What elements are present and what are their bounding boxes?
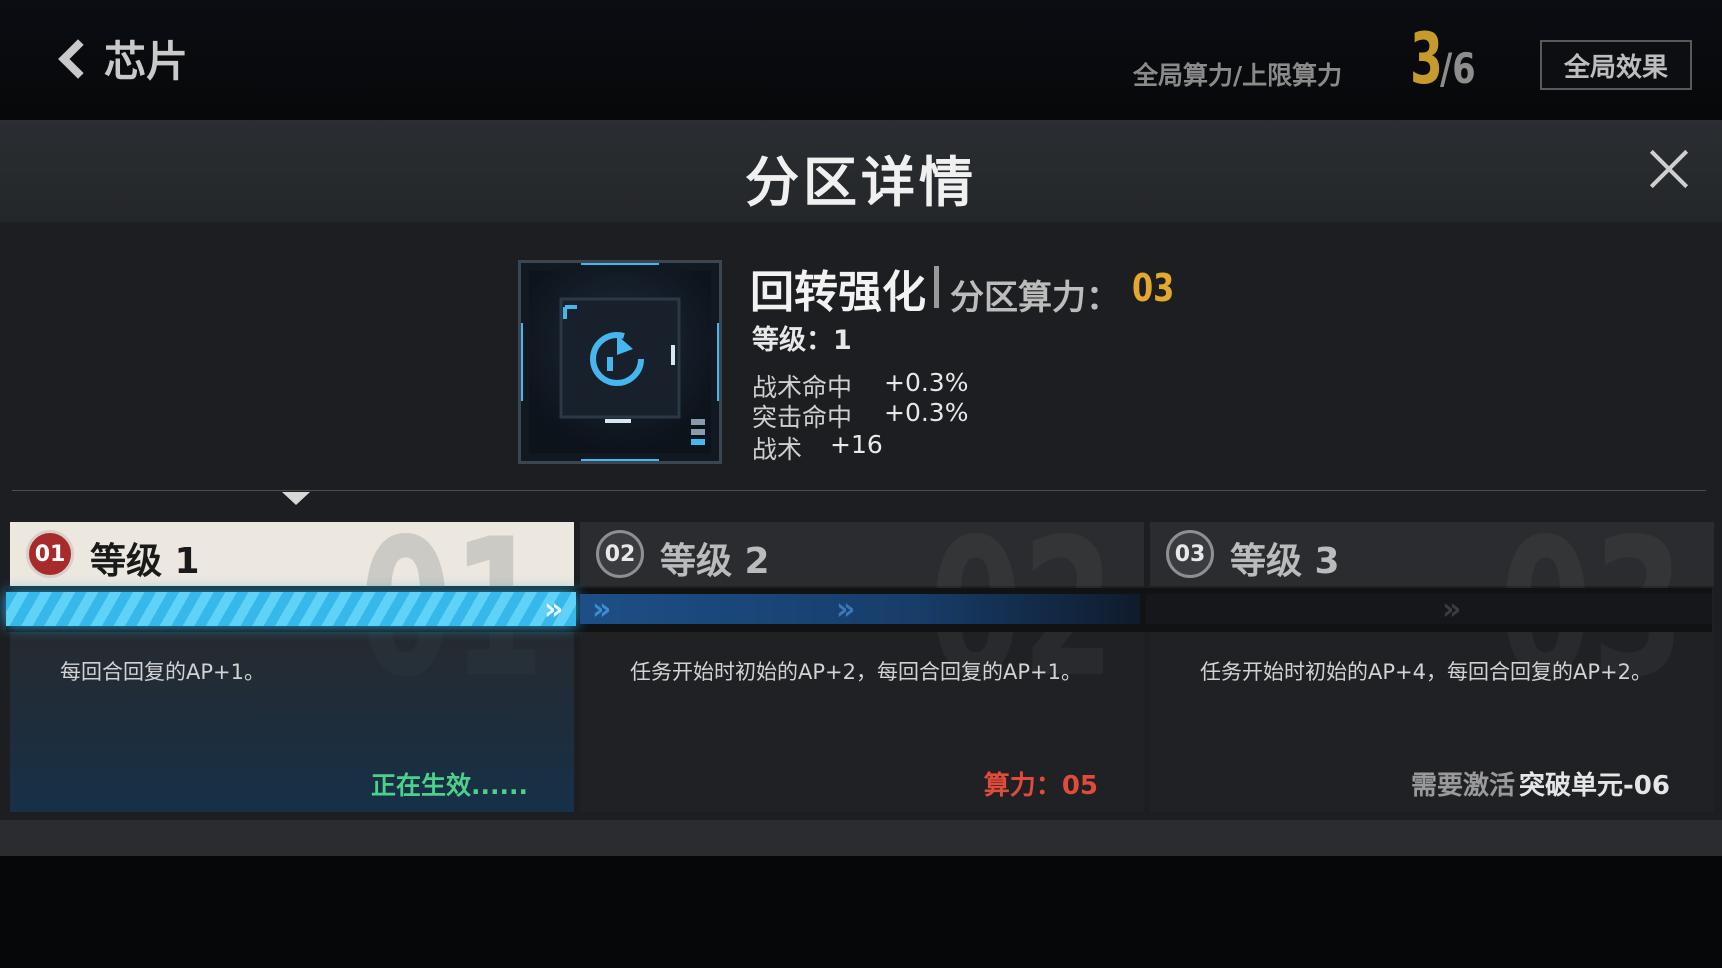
chip-level-label: 等级： [752, 325, 833, 356]
level-card-2[interactable]: 02 02 等级 2 任务开始时初始的AP+2，每回合回复的AP+1。 算力：0… [580, 522, 1144, 812]
chip-level: 等级：1 [752, 318, 852, 357]
level-progress-bar: » » » » [6, 588, 1712, 632]
global-power-max: /6 [1440, 44, 1476, 93]
zone-power-value: 03 [1132, 266, 1175, 310]
chip-icon [518, 259, 722, 464]
back-label: 芯片 [104, 37, 189, 86]
status-active: 正在生效...... [371, 771, 528, 800]
requirement-unit: 突破单元-06 [1519, 771, 1670, 801]
level-title: 等级 3 [1230, 541, 1340, 582]
level-badge: 01 [26, 530, 74, 578]
top-bar: 芯片 全局算力/上限算力 3 /6 全局效果 [0, 0, 1722, 120]
chevron-left-icon [58, 38, 98, 79]
requirement-label: 需要激活 [1411, 771, 1516, 801]
stat-name: 战术 [752, 435, 803, 464]
double-chevron-icon: » [544, 592, 564, 627]
chip-level-value: 1 [833, 325, 852, 356]
double-chevron-icon: » [592, 592, 612, 627]
required-power: 算力：05 [984, 765, 1098, 802]
stat-value: +0.3% [884, 368, 969, 397]
rotate-chip-icon [519, 259, 721, 463]
zone-detail-panel: 分区详情 回转强化 分区算力： 03 等级：1 战术命中 +0.3% 突击命中 … [0, 120, 1722, 856]
progress-fill-level-3 [1146, 594, 1712, 624]
progress-fill-level-1 [6, 592, 576, 626]
level-card-3[interactable]: 03 03 等级 3 任务开始时初始的AP+4，每回合回复的AP+2。 需要激活… [1150, 522, 1714, 812]
global-power-label: 全局算力/上限算力 [1133, 61, 1343, 90]
chip-name: 回转强化 [750, 267, 926, 318]
footer-strip [0, 820, 1722, 856]
double-chevron-icon: » [1442, 592, 1462, 627]
level-badge: 02 [596, 530, 644, 578]
triangle-pointer-icon [282, 492, 310, 505]
level-card-1[interactable]: 01 01 等级 1 每回合回复的AP+1。 正在生效...... [10, 522, 574, 812]
level-badge: 03 [1166, 530, 1214, 578]
stat-name: 突击命中 [752, 403, 853, 432]
stat-row: 战术 +16 [752, 430, 883, 466]
global-effect-button[interactable]: 全局效果 [1540, 40, 1692, 90]
progress-fill-level-2 [580, 594, 1140, 624]
divider [12, 490, 1706, 491]
activation-requirement: 需要激活 突破单元-06 [1411, 765, 1670, 802]
panel-title: 分区详情 [745, 151, 977, 214]
required-power-value: 05 [1061, 771, 1098, 801]
stat-row: 突击命中 +0.3% [752, 398, 968, 434]
level-description: 每回合回复的AP+1。 [60, 660, 265, 684]
required-power-label: 算力： [983, 771, 1062, 801]
level-title: 等级 1 [90, 541, 200, 582]
panel-header: 分区详情 [0, 120, 1722, 222]
level-description: 任务开始时初始的AP+4，每回合回复的AP+2。 [1200, 660, 1652, 684]
stat-value: +16 [830, 430, 883, 459]
global-power-current: 3 [1410, 18, 1443, 100]
level-title: 等级 2 [660, 541, 770, 582]
double-chevron-icon: » [836, 592, 856, 627]
stat-value: +0.3% [884, 398, 969, 427]
level-description: 任务开始时初始的AP+2，每回合回复的AP+1。 [630, 660, 1082, 684]
zone-power-label: 分区算力： [950, 278, 1120, 318]
back-button[interactable]: 芯片 [58, 28, 189, 89]
close-icon[interactable] [1648, 148, 1690, 190]
separator [934, 266, 939, 308]
